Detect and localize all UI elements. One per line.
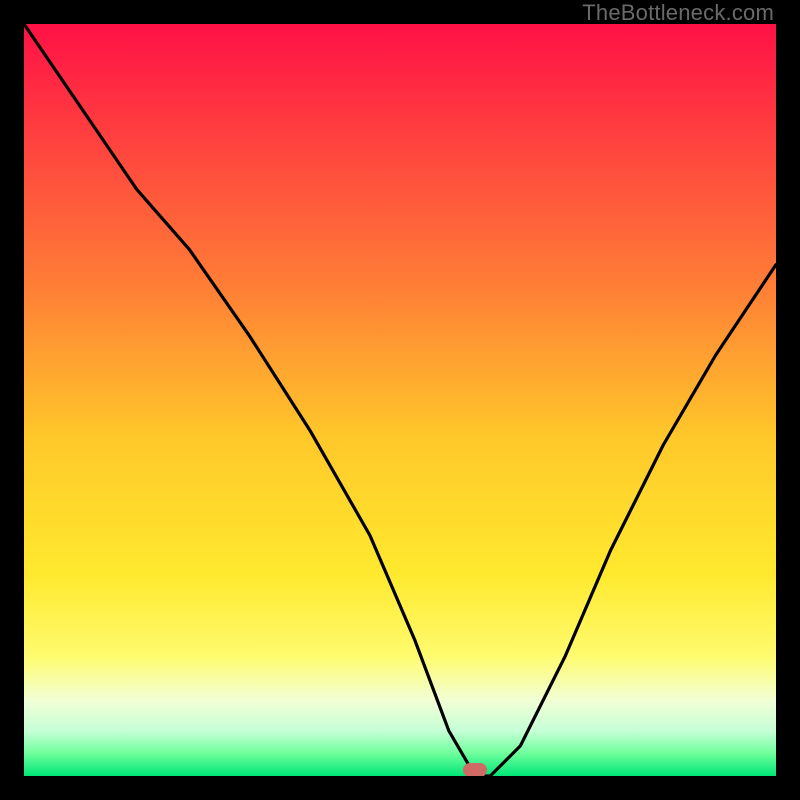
plot-area xyxy=(24,24,776,776)
bottleneck-curve xyxy=(24,24,776,776)
optimal-marker xyxy=(463,763,487,776)
watermark-text: TheBottleneck.com xyxy=(582,0,774,26)
chart-canvas: TheBottleneck.com xyxy=(0,0,800,800)
